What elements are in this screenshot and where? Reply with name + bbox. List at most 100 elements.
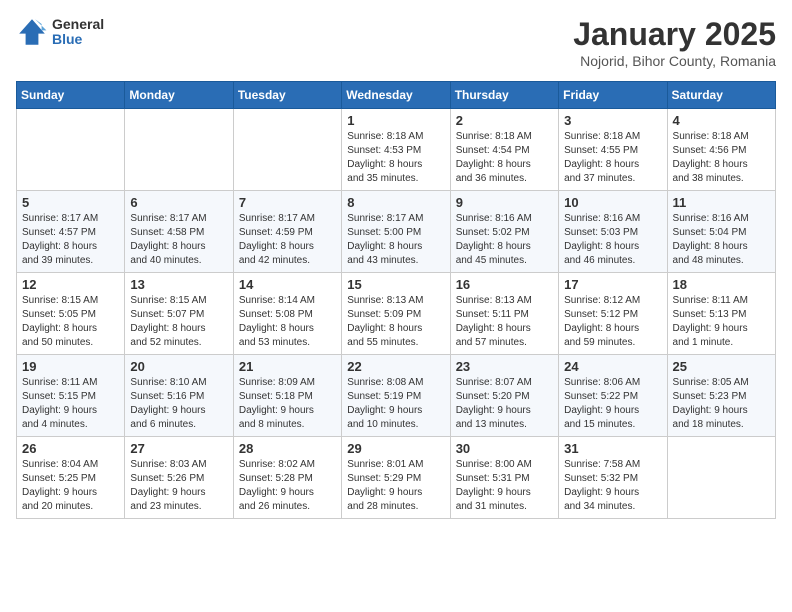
weekday-header-friday: Friday <box>559 82 667 109</box>
day-number: 10 <box>564 195 661 210</box>
day-number: 13 <box>130 277 227 292</box>
day-number: 28 <box>239 441 336 456</box>
day-number: 16 <box>456 277 553 292</box>
calendar-cell: 7 Sunrise: 8:17 AM Sunset: 4:59 PM Daylig… <box>233 191 341 273</box>
calendar-cell: 12 Sunrise: 8:15 AM Sunset: 5:05 PM Dayli… <box>17 273 125 355</box>
calendar-cell: 14Sunrise: 8:14 AM Sunset: 5:08 PM Dayli… <box>233 273 341 355</box>
day-number: 12 <box>22 277 119 292</box>
calendar-cell: 24 Sunrise: 8:06 AM Sunset: 5:22 PM Dayli… <box>559 355 667 437</box>
calendar-cell: 15 Sunrise: 8:13 AM Sunset: 5:09 PM Dayli… <box>342 273 450 355</box>
day-number: 2 <box>456 113 553 128</box>
calendar-cell <box>17 109 125 191</box>
day-number: 17 <box>564 277 661 292</box>
day-number: 19 <box>22 359 119 374</box>
week-row-2: 5 Sunrise: 8:17 AM Sunset: 4:57 PM Daylig… <box>17 191 776 273</box>
day-info: Sunrise: 8:11 AM Sunset: 5:15 PM Dayligh… <box>22 376 119 432</box>
calendar-table: SundayMondayTuesdayWednesdayThursdayFrid… <box>16 81 776 519</box>
week-row-3: 12 Sunrise: 8:15 AM Sunset: 5:05 PM Dayli… <box>17 273 776 355</box>
day-info: Sunrise: 8:00 AM Sunset: 5:31 PM Dayligh… <box>456 458 553 514</box>
calendar-cell: 18 Sunrise: 8:11 AM Sunset: 5:13 PM Dayli… <box>667 273 775 355</box>
logo-icon <box>16 16 48 48</box>
day-info: Sunrise: 8:18 AM Sunset: 4:55 PM Dayligh… <box>564 130 661 186</box>
day-number: 30 <box>456 441 553 456</box>
day-number: 5 <box>22 195 119 210</box>
day-number: 24 <box>564 359 661 374</box>
logo-blue-text: Blue <box>52 32 104 47</box>
day-number: 29 <box>347 441 444 456</box>
day-number: 21 <box>239 359 336 374</box>
calendar-cell: 9 Sunrise: 8:16 AM Sunset: 5:02 PM Daylig… <box>450 191 558 273</box>
title-block: January 2025 Nojorid, Bihor County, Roma… <box>573 16 776 69</box>
calendar-cell <box>233 109 341 191</box>
weekday-header-monday: Monday <box>125 82 233 109</box>
weekday-header-tuesday: Tuesday <box>233 82 341 109</box>
day-number: 23 <box>456 359 553 374</box>
day-info: Sunrise: 8:04 AM Sunset: 5:25 PM Dayligh… <box>22 458 119 514</box>
calendar-cell: 16 Sunrise: 8:13 AM Sunset: 5:11 PM Dayli… <box>450 273 558 355</box>
day-info: Sunrise: 8:17 AM Sunset: 4:59 PM Dayligh… <box>239 212 336 268</box>
calendar-cell: 19 Sunrise: 8:11 AM Sunset: 5:15 PM Dayli… <box>17 355 125 437</box>
day-number: 18 <box>673 277 770 292</box>
day-number: 6 <box>130 195 227 210</box>
day-number: 9 <box>456 195 553 210</box>
day-number: 25 <box>673 359 770 374</box>
weekday-header-sunday: Sunday <box>17 82 125 109</box>
calendar-cell: 26 Sunrise: 8:04 AM Sunset: 5:25 PM Dayli… <box>17 437 125 519</box>
day-number: 15 <box>347 277 444 292</box>
day-info: Sunrise: 8:05 AM Sunset: 5:23 PM Dayligh… <box>673 376 770 432</box>
calendar-cell: 29 Sunrise: 8:01 AM Sunset: 5:29 PM Dayli… <box>342 437 450 519</box>
calendar-cell: 6 Sunrise: 8:17 AM Sunset: 4:58 PM Daylig… <box>125 191 233 273</box>
calendar-cell: 25 Sunrise: 8:05 AM Sunset: 5:23 PM Dayli… <box>667 355 775 437</box>
day-info: Sunrise: 8:17 AM Sunset: 5:00 PM Dayligh… <box>347 212 444 268</box>
day-info: Sunrise: 8:02 AM Sunset: 5:28 PM Dayligh… <box>239 458 336 514</box>
day-info: Sunrise: 8:13 AM Sunset: 5:09 PM Dayligh… <box>347 294 444 350</box>
day-info: Sunrise: 8:17 AM Sunset: 4:57 PM Dayligh… <box>22 212 119 268</box>
day-info: Sunrise: 8:01 AM Sunset: 5:29 PM Dayligh… <box>347 458 444 514</box>
weekday-header-row: SundayMondayTuesdayWednesdayThursdayFrid… <box>17 82 776 109</box>
weekday-header-thursday: Thursday <box>450 82 558 109</box>
page-header: General Blue January 2025 Nojorid, Bihor… <box>16 16 776 69</box>
day-info: Sunrise: 8:17 AM Sunset: 4:58 PM Dayligh… <box>130 212 227 268</box>
calendar-cell <box>125 109 233 191</box>
calendar-cell: 30 Sunrise: 8:00 AM Sunset: 5:31 PM Dayli… <box>450 437 558 519</box>
day-info: Sunrise: 8:16 AM Sunset: 5:03 PM Dayligh… <box>564 212 661 268</box>
day-number: 1 <box>347 113 444 128</box>
day-number: 3 <box>564 113 661 128</box>
day-number: 8 <box>347 195 444 210</box>
calendar-cell: 23Sunrise: 8:07 AM Sunset: 5:20 PM Dayli… <box>450 355 558 437</box>
calendar-cell: 20Sunrise: 8:10 AM Sunset: 5:16 PM Dayli… <box>125 355 233 437</box>
day-info: Sunrise: 8:14 AM Sunset: 5:08 PM Dayligh… <box>239 294 336 350</box>
calendar-cell: 13 Sunrise: 8:15 AM Sunset: 5:07 PM Dayli… <box>125 273 233 355</box>
calendar-cell <box>667 437 775 519</box>
calendar-cell: 4Sunrise: 8:18 AM Sunset: 4:56 PM Daylig… <box>667 109 775 191</box>
day-info: Sunrise: 8:16 AM Sunset: 5:04 PM Dayligh… <box>673 212 770 268</box>
day-info: Sunrise: 8:18 AM Sunset: 4:53 PM Dayligh… <box>347 130 444 186</box>
calendar-cell: 27Sunrise: 8:03 AM Sunset: 5:26 PM Dayli… <box>125 437 233 519</box>
weekday-header-saturday: Saturday <box>667 82 775 109</box>
calendar-cell: 10 Sunrise: 8:16 AM Sunset: 5:03 PM Dayli… <box>559 191 667 273</box>
day-number: 31 <box>564 441 661 456</box>
calendar-cell: 22Sunrise: 8:08 AM Sunset: 5:19 PM Dayli… <box>342 355 450 437</box>
day-info: Sunrise: 8:16 AM Sunset: 5:02 PM Dayligh… <box>456 212 553 268</box>
calendar-cell: 2 Sunrise: 8:18 AM Sunset: 4:54 PM Daylig… <box>450 109 558 191</box>
calendar-cell: 3 Sunrise: 8:18 AM Sunset: 4:55 PM Daylig… <box>559 109 667 191</box>
week-row-1: 1 Sunrise: 8:18 AM Sunset: 4:53 PM Daylig… <box>17 109 776 191</box>
day-info: Sunrise: 7:58 AM Sunset: 5:32 PM Dayligh… <box>564 458 661 514</box>
logo-text: General Blue <box>52 17 104 48</box>
day-info: Sunrise: 8:18 AM Sunset: 4:54 PM Dayligh… <box>456 130 553 186</box>
day-number: 7 <box>239 195 336 210</box>
day-info: Sunrise: 8:15 AM Sunset: 5:05 PM Dayligh… <box>22 294 119 350</box>
day-info: Sunrise: 8:03 AM Sunset: 5:26 PM Dayligh… <box>130 458 227 514</box>
calendar-cell: 28 Sunrise: 8:02 AM Sunset: 5:28 PM Dayli… <box>233 437 341 519</box>
week-row-4: 19 Sunrise: 8:11 AM Sunset: 5:15 PM Dayli… <box>17 355 776 437</box>
logo: General Blue <box>16 16 104 48</box>
day-number: 22 <box>347 359 444 374</box>
day-number: 20 <box>130 359 227 374</box>
month-title: January 2025 <box>573 16 776 53</box>
day-number: 26 <box>22 441 119 456</box>
day-info: Sunrise: 8:06 AM Sunset: 5:22 PM Dayligh… <box>564 376 661 432</box>
day-number: 4 <box>673 113 770 128</box>
day-info: Sunrise: 8:13 AM Sunset: 5:11 PM Dayligh… <box>456 294 553 350</box>
day-info: Sunrise: 8:11 AM Sunset: 5:13 PM Dayligh… <box>673 294 770 350</box>
day-info: Sunrise: 8:15 AM Sunset: 5:07 PM Dayligh… <box>130 294 227 350</box>
